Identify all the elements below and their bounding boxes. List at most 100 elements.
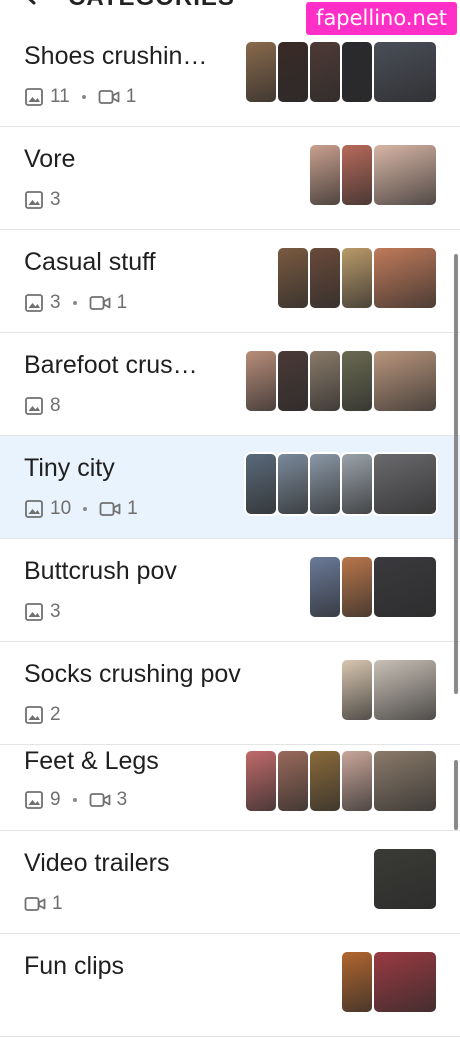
thumbnail-image [308, 555, 342, 619]
category-counts: 31 [24, 292, 127, 314]
category-counts: 2 [24, 704, 61, 726]
thumbnail-image [276, 749, 310, 813]
thumbnail-strip [244, 349, 438, 413]
thumbnail-image [244, 452, 278, 516]
category-row[interactable]: Tiny city 10 1 [0, 436, 460, 539]
category-row[interactable]: Barefoot crus… 8 [0, 333, 460, 436]
category-counts: 3 [24, 601, 61, 623]
video-icon [89, 791, 111, 809]
thumbnail-image [372, 349, 438, 413]
category-title: Vore [24, 145, 76, 173]
scrollbar-upper[interactable] [454, 254, 458, 694]
photo-count: 2 [50, 704, 61, 725]
category-row[interactable]: Feet & Legs 9 3 [0, 745, 460, 831]
category-counts: 93 [24, 789, 127, 811]
category-counts: 1 [24, 893, 63, 915]
category-title: Buttcrush pov [24, 557, 177, 585]
thumbnail-strip [244, 40, 438, 104]
photo-count: 3 [50, 292, 61, 313]
thumbnail-image [276, 246, 310, 310]
thumbnail-image [244, 749, 278, 813]
image-icon [24, 499, 44, 519]
category-title: Socks crushing pov [24, 660, 241, 688]
thumbnail-image [372, 555, 438, 619]
video-icon [24, 895, 46, 913]
thumbnail-image [308, 349, 342, 413]
category-counts: 8 [24, 395, 61, 417]
scrollbar-lower[interactable] [454, 760, 458, 830]
thumbnail-image [340, 143, 374, 207]
category-counts: 11 1 [24, 86, 136, 108]
thumbnail-image [244, 349, 278, 413]
category-list: Shoes crushin… 11 1 Vore 3 Casual stuff 3 1 Bare… [0, 24, 460, 1037]
thumbnail-image [372, 143, 438, 207]
category-title: Shoes crushin… [24, 42, 208, 70]
video-count: 3 [116, 789, 128, 810]
category-counts: 3 [24, 189, 61, 211]
thumbnail-strip [244, 452, 438, 516]
category-row[interactable]: Vore 3 [0, 127, 460, 230]
category-title: Fun clips [24, 952, 125, 980]
thumbnail-image [372, 40, 438, 104]
category-row[interactable]: Video trailers 1 [0, 831, 460, 934]
separator-dot [83, 507, 88, 511]
thumbnail-image [276, 40, 310, 104]
category-title: Video trailers [24, 849, 170, 877]
photo-count: 8 [50, 395, 61, 416]
photo-count: 3 [50, 189, 61, 210]
thumbnail-image [340, 452, 374, 516]
video-count: 1 [52, 893, 63, 914]
image-icon [24, 190, 44, 210]
image-icon [24, 705, 44, 725]
thumbnail-image [372, 452, 438, 516]
video-icon [98, 88, 120, 106]
category-row[interactable]: Fun clips [0, 934, 460, 1037]
photo-count: 9 [50, 789, 61, 810]
category-title: Barefoot crus… [24, 351, 198, 379]
separator-dot [72, 798, 77, 802]
category-row[interactable]: Socks crushing pov 2 [0, 642, 460, 745]
photo-count: 11 [50, 86, 70, 107]
watermark-badge: fapellino.net [306, 2, 457, 35]
video-count: 1 [116, 292, 128, 313]
thumbnail-strip [244, 749, 438, 813]
thumbnail-image [340, 950, 374, 1014]
thumbnail-image [244, 40, 278, 104]
category-row[interactable]: Shoes crushin… 11 1 [0, 24, 460, 127]
thumbnail-image [308, 452, 342, 516]
thumbnail-image [372, 749, 438, 813]
thumbnail-image [340, 40, 374, 104]
category-row[interactable]: Casual stuff 3 1 [0, 230, 460, 333]
thumbnail-strip [340, 950, 438, 1014]
thumbnail-image [372, 658, 438, 722]
thumbnail-image [340, 349, 374, 413]
thumbnail-image [308, 246, 342, 310]
page-title: CATEGORIES [68, 0, 235, 12]
thumbnail-image [372, 847, 438, 911]
image-icon [24, 602, 44, 622]
category-row[interactable]: Buttcrush pov 3 [0, 539, 460, 642]
image-icon [24, 293, 44, 313]
thumbnail-image [340, 658, 374, 722]
category-title: Feet & Legs [24, 747, 159, 775]
category-title: Tiny city [24, 454, 115, 482]
image-icon [24, 790, 44, 810]
photo-count: 3 [50, 601, 61, 622]
separator-dot [81, 95, 86, 99]
thumbnail-image [308, 40, 342, 104]
thumbnail-image [372, 246, 438, 310]
video-count: 1 [127, 498, 138, 519]
thumbnail-image [340, 555, 374, 619]
thumbnail-image [340, 749, 374, 813]
thumbnail-image [276, 349, 310, 413]
category-title: Casual stuff [24, 248, 156, 276]
separator-dot [72, 301, 77, 305]
video-icon [89, 294, 111, 312]
category-counts: 10 1 [24, 498, 138, 520]
thumbnail-image [372, 950, 438, 1014]
video-count: 1 [125, 86, 137, 107]
thumbnail-image [340, 246, 374, 310]
image-icon [24, 87, 44, 107]
thumbnail-image [308, 143, 342, 207]
back-arrow-icon[interactable] [20, 0, 50, 6]
